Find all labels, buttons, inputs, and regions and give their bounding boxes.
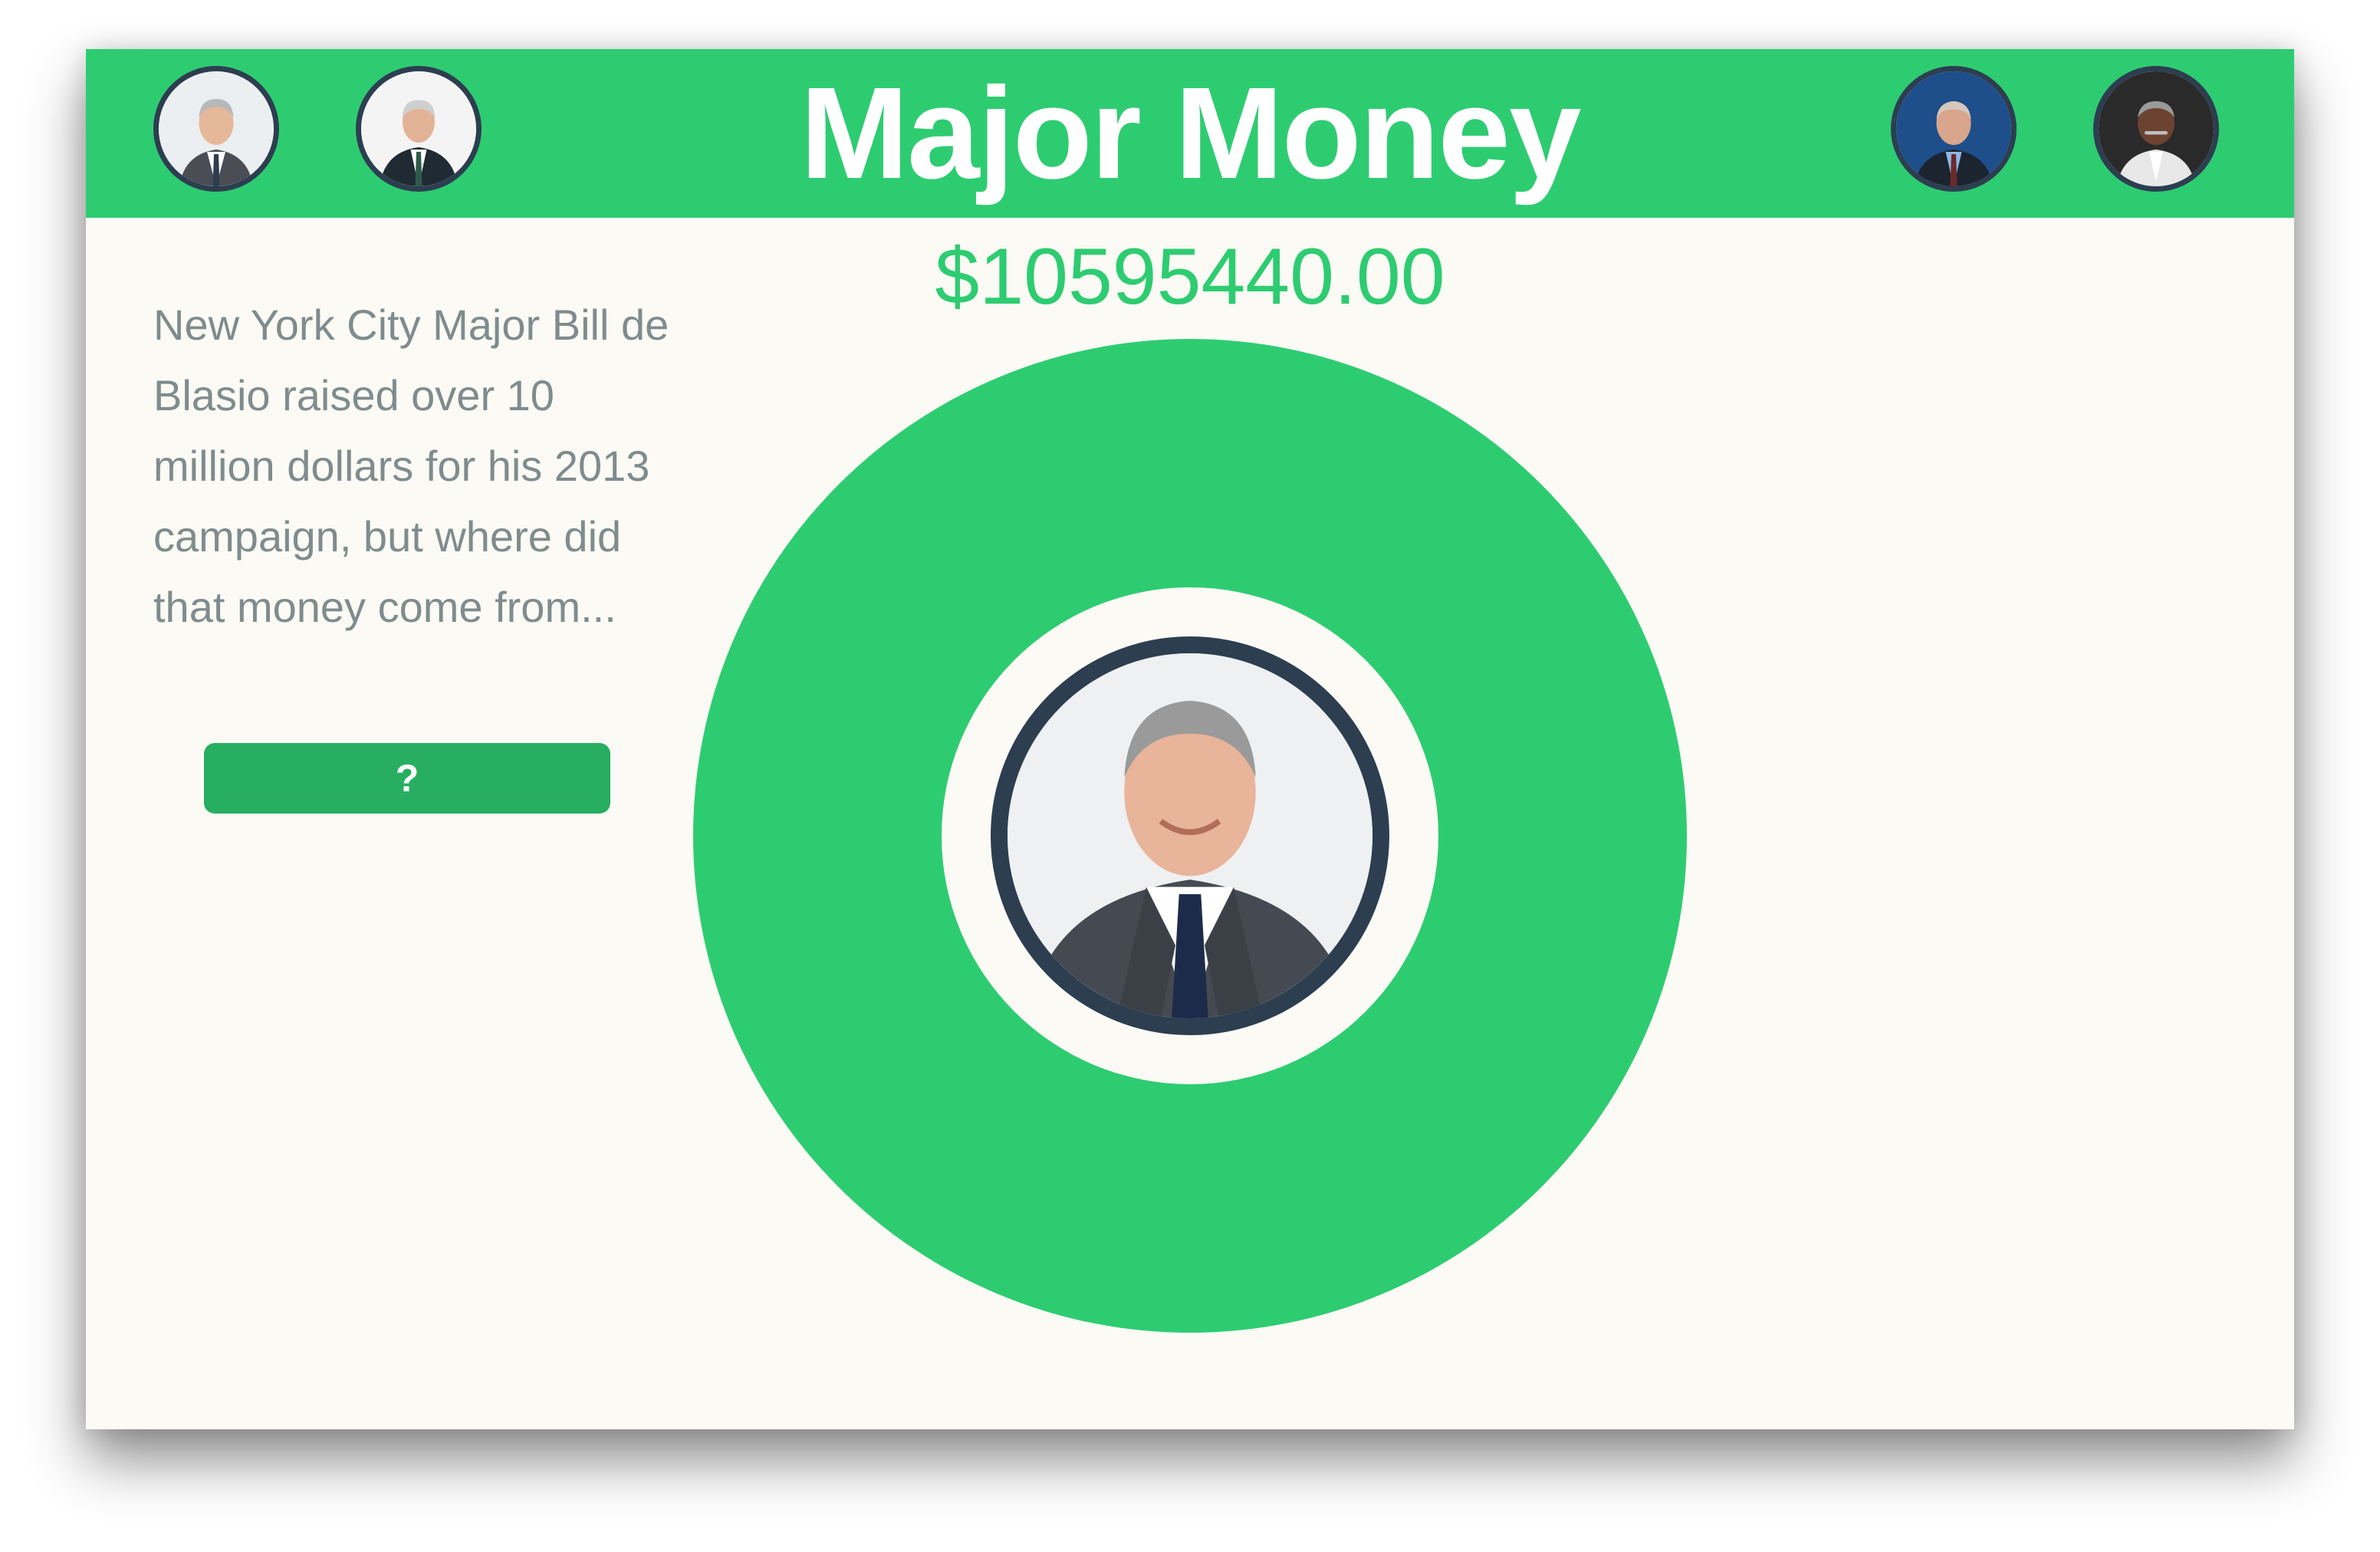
app-window: Major Money $10595440.00 New York City M… — [86, 49, 2294, 1429]
mayor-avatar-4[interactable] — [2093, 66, 2219, 192]
portrait-icon — [1896, 71, 2011, 186]
intro-description: New York City Major Bill de Blasio raise… — [153, 301, 669, 631]
portrait-icon — [2099, 71, 2214, 186]
header-bar: Major Money — [86, 49, 2294, 218]
mayor-avatar-3[interactable] — [1891, 66, 2017, 192]
mayor-avatar-1[interactable] — [153, 66, 279, 192]
mayor-avatar-2[interactable] — [356, 66, 482, 192]
help-button[interactable]: ? — [204, 743, 610, 814]
portrait-icon — [1008, 653, 1372, 1018]
portrait-icon — [361, 71, 476, 186]
portrait-icon — [159, 71, 274, 186]
center-portrait — [991, 636, 1389, 1035]
